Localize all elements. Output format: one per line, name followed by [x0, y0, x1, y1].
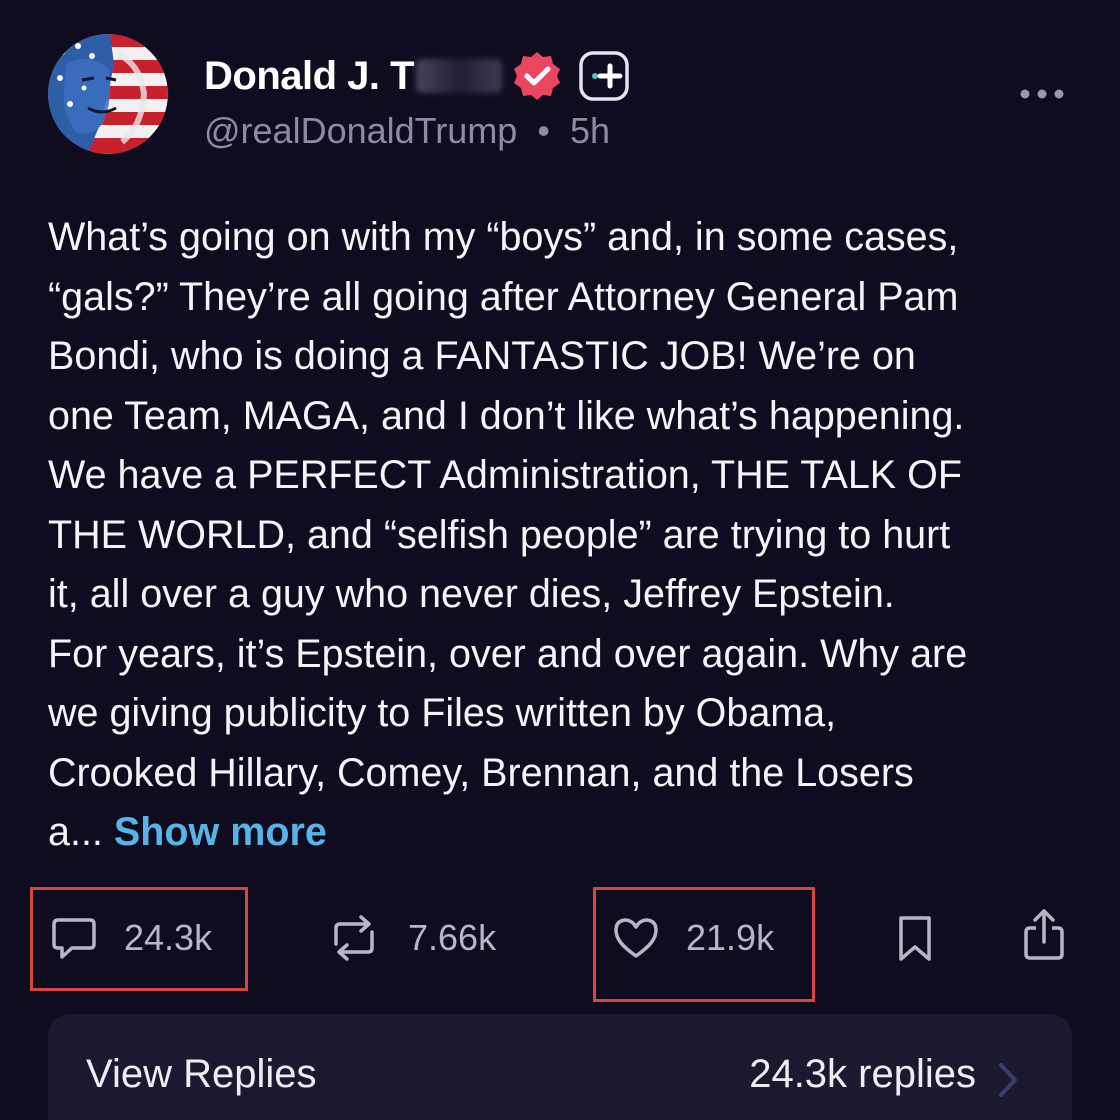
truncated-text: a...	[48, 810, 103, 854]
display-name[interactable]: Donald J. T	[204, 54, 415, 99]
repost-arrows-icon	[334, 915, 374, 961]
post-line: we giving publicity to Files written by …	[48, 691, 837, 735]
reply-highlight-box	[30, 887, 248, 991]
author-handle[interactable]: @realDonaldTrump	[204, 110, 517, 151]
post-last-line: a... Show more	[48, 803, 1088, 863]
view-replies-bar[interactable]: View Replies 24.3k replies	[48, 1014, 1072, 1120]
bookmark-icon[interactable]	[895, 914, 935, 964]
replies-count-label: 24.3k replies	[749, 1052, 976, 1096]
post-line: one Team, MAGA, and I don’t like what’s …	[48, 393, 965, 438]
view-replies-label: View Replies	[86, 1052, 317, 1096]
post-line: We have a PERFECT Administration, THE TA…	[48, 453, 962, 497]
post-line: “gals?” They’re all going after Attorney…	[48, 274, 959, 319]
post-line: Crooked Hillary, Comey, Brennan, and the…	[48, 750, 914, 795]
separator-dot: •	[537, 110, 550, 151]
handle-row: @realDonaldTrump • 5h	[204, 110, 610, 152]
more-options-icon[interactable]	[1018, 84, 1066, 104]
author-name-row: Donald J. T	[204, 50, 630, 102]
chevron-right-icon	[999, 1063, 1017, 1097]
repost-count: 7.66k	[408, 917, 497, 958]
flag-face-avatar-icon	[48, 34, 168, 154]
repost-action[interactable]: 7.66k	[326, 900, 496, 976]
post-line: it, all over a guy who never dies, Jeffr…	[48, 572, 895, 616]
post-line: Bondi, who is doing a FANTASTIC JOB! We’…	[48, 334, 916, 378]
post-body: What’s going on with my “boys” and, in s…	[48, 208, 1088, 863]
post-screen: Donald J. T @realDonaldTrump • 5h What’s…	[0, 0, 1120, 1120]
post-line: THE WORLD, and “selfish people” are tryi…	[48, 512, 951, 557]
redacted-name-blur	[416, 59, 503, 93]
like-highlight-box	[593, 887, 815, 1002]
post-line: What’s going on with my “boys” and, in s…	[48, 215, 959, 259]
verified-badge-icon	[514, 52, 561, 100]
show-more-link[interactable]: Show more	[114, 810, 327, 854]
share-icon[interactable]	[1022, 908, 1066, 962]
post-line: For years, it’s Epstein, over and over a…	[48, 631, 968, 676]
add-account-icon[interactable]	[578, 50, 630, 102]
post-timestamp: 5h	[569, 110, 611, 151]
avatar[interactable]	[48, 34, 168, 154]
